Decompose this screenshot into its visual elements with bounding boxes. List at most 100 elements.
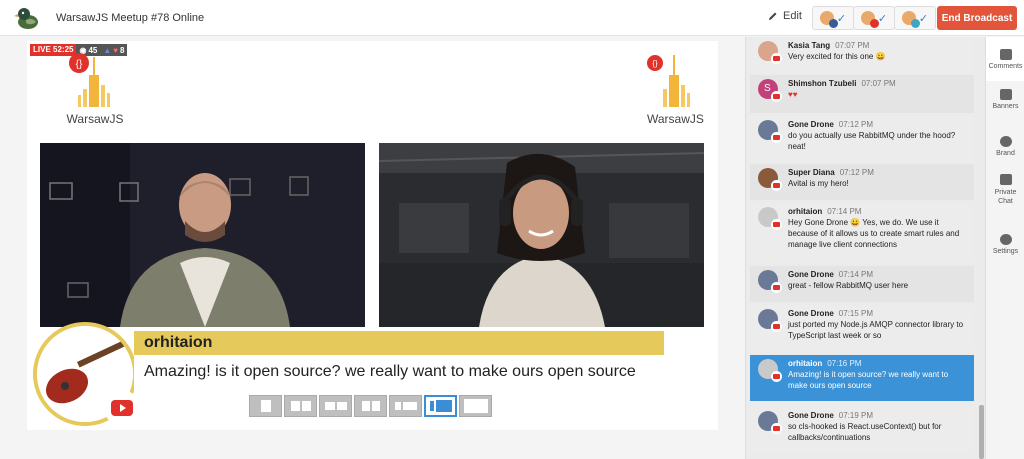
chat-author: Super Diana bbox=[788, 168, 835, 177]
destination-periscope[interactable]: ✓ bbox=[894, 6, 936, 30]
video-feed-guest[interactable] bbox=[379, 143, 704, 327]
tab-label: Banners bbox=[992, 103, 1019, 110]
youtube-icon bbox=[771, 423, 782, 434]
svg-text:{}: {} bbox=[76, 59, 83, 70]
avatar bbox=[819, 11, 838, 28]
youtube-icon bbox=[771, 282, 782, 293]
chat-message[interactable]: Gone Drone 07:14 PM great - fellow RabbitM… bbox=[750, 266, 974, 302]
chat-message-header: Gone Drone 07:14 PM bbox=[788, 269, 968, 280]
chat-timestamp: 07:16 PM bbox=[827, 359, 862, 368]
chat-text: ♥♥ bbox=[788, 90, 798, 99]
chat-message[interactable]: orhitaion 07:14 PM Hey Gone Drone 😀 Yes, w… bbox=[750, 203, 974, 263]
tab-label: Comments bbox=[988, 63, 1023, 70]
youtube-icon bbox=[771, 53, 782, 64]
tab-settings[interactable]: Settings bbox=[986, 234, 1024, 255]
video-feed-host[interactable] bbox=[40, 143, 365, 327]
youtube-icon bbox=[869, 19, 879, 28]
pencil-icon bbox=[769, 12, 777, 20]
edit-button[interactable]: Edit bbox=[768, 10, 802, 22]
layout-two-up-button[interactable] bbox=[284, 395, 317, 417]
chat-text: do you actually use RabbitMQ under the h… bbox=[788, 131, 956, 151]
check-icon: ✓ bbox=[836, 12, 847, 25]
chat-author: Gone Drone bbox=[788, 411, 834, 420]
layout-side-by-side-button[interactable] bbox=[319, 395, 352, 417]
layout-selector bbox=[249, 395, 492, 417]
chat-timestamp: 07:19 PM bbox=[838, 411, 874, 420]
brand-logo-right: {} WarsawJS bbox=[647, 49, 704, 126]
chat-message-header: Kasia Tang 07:07 PM bbox=[788, 40, 968, 51]
chat-message-header: Gone Drone 07:19 PM bbox=[788, 410, 968, 421]
gear-icon bbox=[999, 234, 1012, 245]
chat-message[interactable]: S Shimshon Tzubeli 07:07 PM ♥♥ bbox=[750, 75, 974, 113]
avatar bbox=[758, 270, 782, 293]
chat-timestamp: 07:14 PM bbox=[827, 207, 862, 216]
chat-bubble-icon bbox=[999, 174, 1012, 185]
layout-fullscreen-button[interactable] bbox=[459, 395, 492, 417]
chat-message-header: Shimshon Tzubeli 07:07 PM bbox=[788, 78, 968, 89]
chat-message[interactable]: Kasia Tang 07:07 PM Very excited for this … bbox=[750, 37, 974, 73]
chat-author: Kasia Tang bbox=[788, 41, 831, 50]
banner-name: orhitaion bbox=[134, 331, 664, 355]
destination-youtube[interactable]: ✓ bbox=[853, 6, 895, 30]
chat-timestamp: 07:07 PM bbox=[861, 79, 896, 88]
destination-facebook[interactable]: ✓ bbox=[812, 6, 854, 30]
chat-timestamp: 07:07 PM bbox=[835, 41, 870, 50]
chat-message-header: orhitaion 07:16 PM bbox=[788, 358, 968, 369]
avatar bbox=[758, 168, 782, 191]
duck-logo-icon bbox=[14, 7, 38, 29]
layout-pip-button[interactable] bbox=[354, 395, 387, 417]
stage-area: LIVE 52:25 ◉ 45 ▲ ♥ 8 {} WarsawJS {} War… bbox=[0, 37, 745, 459]
avatar bbox=[758, 309, 782, 332]
chat-text: Amazing! is it open source? we really wa… bbox=[788, 370, 949, 390]
tab-brand[interactable]: Brand bbox=[986, 136, 1024, 157]
warsaw-tower-icon: {} bbox=[647, 55, 690, 107]
broadcast-stage: LIVE 52:25 ◉ 45 ▲ ♥ 8 {} WarsawJS {} War… bbox=[27, 41, 718, 430]
check-icon: ✓ bbox=[918, 12, 929, 25]
avatar bbox=[758, 359, 782, 382]
avatar bbox=[758, 120, 782, 143]
youtube-icon bbox=[771, 321, 782, 332]
tab-banners[interactable]: Banners bbox=[986, 89, 1024, 110]
youtube-icon bbox=[771, 180, 782, 191]
layout-screen-share-button[interactable] bbox=[424, 395, 457, 417]
tab-private-chat[interactable]: Private Chat bbox=[986, 174, 1024, 206]
chat-message-header: Gone Drone 07:15 PM bbox=[788, 308, 968, 319]
video-frame bbox=[379, 143, 704, 327]
chat-scrollbar[interactable] bbox=[979, 405, 984, 459]
layout-single-button[interactable] bbox=[249, 395, 282, 417]
check-icon: ✓ bbox=[877, 12, 888, 25]
periscope-icon bbox=[910, 19, 920, 28]
end-broadcast-button[interactable]: End Broadcast bbox=[937, 6, 1017, 30]
chat-timestamp: 07:14 PM bbox=[838, 270, 874, 279]
banner-icon bbox=[999, 89, 1012, 100]
brand-text: WarsawJS bbox=[66, 112, 124, 126]
avatar bbox=[758, 207, 782, 230]
brand-logo-left: {} WarsawJS bbox=[65, 49, 125, 126]
youtube-icon bbox=[111, 400, 133, 416]
youtube-icon bbox=[771, 219, 782, 230]
chat-text: just ported my Node.js AMQP connector li… bbox=[788, 320, 964, 340]
tab-label: Brand bbox=[996, 150, 1015, 157]
warsaw-tower-icon: {} bbox=[69, 53, 110, 107]
tab-label: Private Chat bbox=[994, 189, 1017, 205]
chat-message-header: Gone Drone 07:12 PM bbox=[788, 119, 968, 130]
svg-text:{}: {} bbox=[652, 59, 658, 68]
chat-author: Gone Drone bbox=[788, 120, 834, 129]
chat-author: Shimshon Tzubeli bbox=[788, 79, 857, 88]
tab-label: Settings bbox=[992, 248, 1019, 255]
layout-focus-button[interactable] bbox=[389, 395, 422, 417]
chat-message[interactable]: orhitaion 07:16 PM Amazing! is it open sou… bbox=[750, 355, 974, 401]
chat-text: Avital is my hero! bbox=[788, 179, 849, 188]
youtube-icon bbox=[771, 371, 782, 382]
chat-author: orhitaion bbox=[788, 207, 823, 216]
broadcast-title: WarsawJS Meetup #78 Online bbox=[56, 11, 205, 24]
chat-message[interactable]: Gone Drone 07:19 PM so cls-hooked is React… bbox=[750, 407, 974, 453]
brand-text: WarsawJS bbox=[647, 112, 704, 126]
chat-text: Hey Gone Drone 😀 Yes, we do. We use it b… bbox=[788, 218, 960, 249]
tab-comments[interactable]: Comments bbox=[986, 37, 1024, 81]
chat-timestamp: 07:15 PM bbox=[838, 309, 874, 318]
chat-message[interactable]: Super Diana 07:12 PM Avital is my hero! bbox=[750, 164, 974, 200]
avatar bbox=[860, 11, 879, 28]
chat-message[interactable]: Gone Drone 07:12 PM do you actually use Ra… bbox=[750, 116, 974, 162]
chat-message[interactable]: Gone Drone 07:15 PM just ported my Node.js… bbox=[750, 305, 974, 351]
